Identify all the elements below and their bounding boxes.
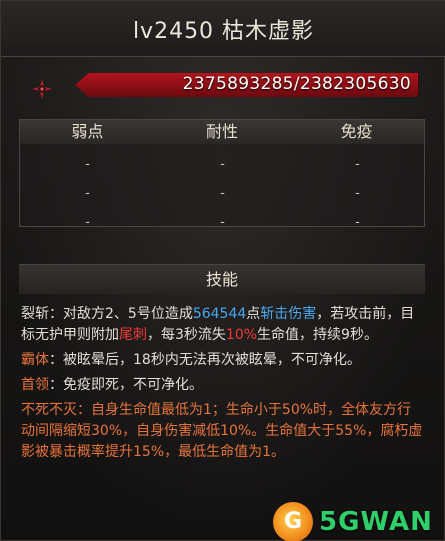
- skill-text: 生命值，持续9秒。: [257, 327, 378, 343]
- skill-entry-cleave: 裂斩：对敌方2、5号位造成564544点斩击伤害，若攻击前，目标无护甲则附加尾刺…: [21, 304, 425, 346]
- skill-text: ：自身生命值最低为1；生命小于50%时，全体友方行动间隔缩短30%，自身伤害减低…: [21, 402, 423, 460]
- skill-text: ：被眩晕后，18秒内无法再次被眩晕，不可净化。: [49, 352, 361, 368]
- resistance-value: -: [220, 186, 225, 201]
- skill-name: 霸体: [21, 352, 49, 368]
- skill-text: ，每3秒流失: [147, 327, 226, 343]
- weakness-value: -: [85, 186, 90, 201]
- immunity-value: -: [355, 186, 360, 201]
- skill-name: 首领: [21, 377, 49, 393]
- hp-text: 2375893285/2382305630: [182, 74, 411, 94]
- immunity-header: 免疫: [340, 122, 373, 141]
- watermark-text: 5GWAN: [319, 506, 433, 537]
- header: lv2450 枯木虚影: [1, 1, 445, 57]
- resistance-value: -: [220, 215, 225, 230]
- resistance-table: 弱点 耐性 免疫 - - - - - - - - -: [19, 119, 425, 230]
- status-effect: 尾刺: [119, 327, 147, 343]
- resistance-column: - - -: [155, 150, 290, 237]
- watermark-logo-icon: G: [273, 501, 313, 541]
- boss-title: lv2450 枯木虚影: [132, 18, 315, 44]
- resistance-header: 弱点 耐性 免疫: [20, 120, 424, 144]
- hp-bar: 2375893285/2382305630: [75, 73, 419, 97]
- boss-info-panel: lv2450 枯木虚影 2375893285/2382305630 弱点 耐性 …: [0, 0, 445, 541]
- skill-entry-boss: 首领：免疫即死，不可净化。: [21, 375, 425, 396]
- weakness-column: - - -: [20, 150, 155, 237]
- skill-text: 点: [246, 306, 261, 322]
- weakness-value: -: [85, 215, 90, 230]
- immunity-value: -: [355, 157, 360, 172]
- damage-type: 斩击伤害: [260, 306, 317, 322]
- skill-name: 不死不灭: [21, 402, 77, 418]
- weakness-value: -: [85, 157, 90, 172]
- resistance-header-label: 耐性: [206, 122, 239, 141]
- skills-heading: 技能: [19, 264, 425, 294]
- skill-text: ：对敌方2、5号位造成: [49, 306, 193, 322]
- skills-list: 裂斩：对敌方2、5号位造成564544点斩击伤害，若攻击前，目标无护甲则附加尾刺…: [21, 304, 425, 467]
- crosshair-plus-icon: [31, 78, 53, 100]
- skill-entry-super-armor: 霸体：被眩晕后，18秒内无法再次被眩晕，不可净化。: [21, 350, 425, 371]
- resistance-value: -: [220, 157, 225, 172]
- damage-value: 564544: [192, 306, 247, 322]
- site-watermark: G 5GWAN: [273, 501, 445, 541]
- weakness-header: 弱点: [71, 122, 104, 141]
- immunity-column: - - -: [290, 150, 425, 237]
- percent-value: 10%: [225, 327, 258, 343]
- skill-entry-undying: 不死不灭：自身生命值最低为1；生命小于50%时，全体友方行动间隔缩短30%，自身…: [21, 400, 425, 463]
- skill-text: ：免疫即死，不可净化。: [49, 377, 203, 393]
- skill-name: 裂斩: [21, 306, 49, 322]
- immunity-value: -: [355, 215, 360, 230]
